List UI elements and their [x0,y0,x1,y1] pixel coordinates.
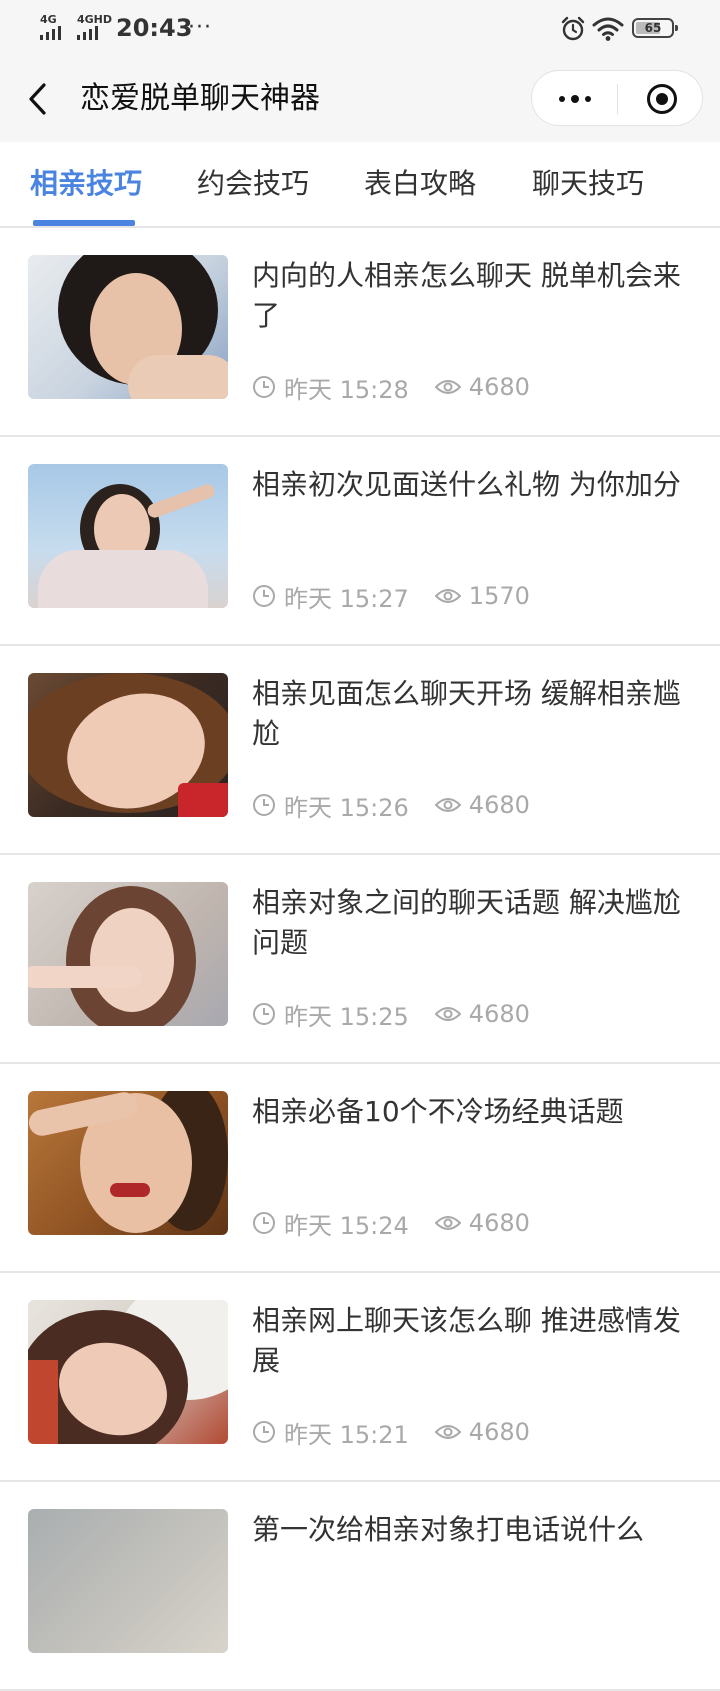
alarm-icon [561,16,585,41]
publish-time: 昨天 15:25 [284,1002,409,1031]
status-time: 20:43 [116,14,193,42]
eye-icon [434,1216,461,1230]
network-type-label: 4G [40,13,57,26]
publish-time: 昨天 15:28 [284,375,409,404]
article-thumbnail [28,255,228,399]
article-title: 相亲初次见面送什么礼物 为你加分 [252,468,681,501]
article-title: 相亲网上聊天该怎么聊 推进感情发展 [252,1304,681,1377]
wifi-icon [592,17,624,41]
publish-time: 昨天 15:27 [284,584,409,613]
eye-icon [434,1425,461,1439]
article-title: 相亲必备10个不冷场经典话题 [252,1095,624,1128]
dot-icon [571,95,579,103]
list-item[interactable]: 内向的人相亲怎么聊天 脱单机会来了 昨天 15:28 4680 [0,228,720,437]
more-options-button[interactable] [532,71,618,127]
list-item[interactable]: 相亲对象之间的聊天话题 解决尴尬问题 昨天 15:25 4680 [0,855,720,1064]
publish-time: 昨天 15:21 [284,1420,409,1449]
article-thumbnail [28,1509,228,1653]
notification-more-icon: ··· [188,15,212,40]
eye-icon [434,1007,461,1021]
tab-chat-tips[interactable]: 聊天技巧 [532,164,644,204]
navigation-bar: 恋爱脱单聊天神器 [0,56,720,142]
article-thumbnail [28,1300,228,1444]
article-meta: 昨天 15:28 4680 [252,370,530,404]
list-item[interactable]: 相亲必备10个不冷场经典话题 昨天 15:24 4680 [0,1064,720,1273]
publish-time: 昨天 15:24 [284,1211,409,1240]
clock-icon [253,585,275,607]
view-count: 1570 [468,582,530,610]
battery-level: 65 [644,21,662,35]
dot-icon [585,96,591,102]
back-arrow-icon[interactable] [24,80,54,118]
list-item[interactable]: 相亲初次见面送什么礼物 为你加分 昨天 15:27 1570 [0,437,720,646]
publish-time: 昨天 15:26 [284,793,409,822]
article-meta: 昨天 15:21 4680 [252,1415,530,1449]
category-tabs: 相亲技巧 约会技巧 表白攻略 聊天技巧 [0,142,720,228]
close-mini-program-icon[interactable] [646,83,678,115]
view-count: 4680 [468,1418,530,1446]
battery-icon: 65 [632,18,678,38]
article-meta: 昨天 15:24 4680 [252,1206,530,1240]
status-bar: 4G 4GHD 20:43 ··· 65 [0,0,720,56]
eye-icon [434,380,461,394]
active-tab-indicator [33,220,135,226]
clock-icon [253,1421,275,1443]
tab-confession-guide[interactable]: 表白攻略 [364,164,476,204]
article-meta: 昨天 15:25 4680 [252,997,530,1031]
tab-blind-date-tips[interactable]: 相亲技巧 [30,164,142,204]
clock-icon [253,376,275,398]
article-meta: 昨天 15:27 1570 [252,579,530,613]
page-title: 恋爱脱单聊天神器 [80,81,320,116]
view-count: 4680 [468,791,530,819]
view-count: 4680 [468,1000,530,1028]
article-meta: 昨天 15:26 4680 [252,788,530,822]
list-item[interactable]: 第一次给相亲对象打电话说什么 [0,1482,720,1691]
view-count: 4680 [468,1209,530,1237]
clock-icon [253,794,275,816]
network-type-label: 4GHD [77,13,113,26]
article-thumbnail [28,673,228,817]
tab-dating-tips[interactable]: 约会技巧 [197,164,309,204]
article-title: 第一次给相亲对象打电话说什么 [252,1513,645,1546]
article-title: 内向的人相亲怎么聊天 脱单机会来了 [252,259,681,332]
eye-icon [434,589,461,603]
clock-icon [253,1003,275,1025]
mini-program-capsule [531,70,703,126]
clock-icon [253,1212,275,1234]
article-thumbnail [28,1091,228,1235]
article-title: 相亲见面怎么聊天开场 缓解相亲尴尬 [252,677,681,750]
dot-icon [559,96,565,102]
article-title: 相亲对象之间的聊天话题 解决尴尬问题 [252,886,681,959]
article-thumbnail [28,464,228,608]
capsule-divider [617,84,618,114]
eye-icon [434,798,461,812]
article-thumbnail [28,882,228,1026]
list-item[interactable]: 相亲网上聊天该怎么聊 推进感情发展 昨天 15:21 4680 [0,1273,720,1482]
article-list: 内向的人相亲怎么聊天 脱单机会来了 昨天 15:28 4680 相亲初次见面送什… [0,228,720,1691]
view-count: 4680 [468,373,530,401]
list-item[interactable]: 相亲见面怎么聊天开场 缓解相亲尴尬 昨天 15:26 4680 [0,646,720,855]
